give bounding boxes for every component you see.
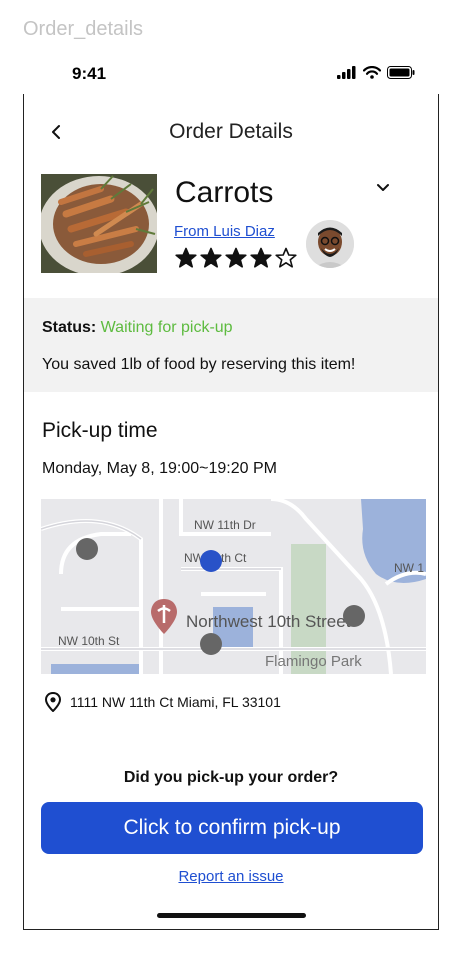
map-label-park: Flamingo Park: [265, 653, 362, 670]
wifi-icon: [363, 66, 381, 79]
status-bar: 9:41: [23, 58, 439, 92]
home-indicator: [157, 913, 306, 918]
map-canvas: NW 11th Dr NW th Ct NW 1 NW 10th St Nort…: [41, 499, 426, 674]
pickup-heading: Pick-up time: [42, 419, 158, 442]
page-title: Order Details: [169, 120, 293, 143]
star-filled-icon: [175, 247, 197, 268]
map-label-nw10st: NW 10th St: [58, 634, 120, 648]
seller-avatar[interactable]: [306, 220, 354, 268]
map-marker[interactable]: [343, 605, 365, 627]
frame-label: Order_details: [23, 18, 144, 40]
pickup-address: 1111 NW 11th Ct Miami, FL 33101: [70, 694, 281, 710]
map-marker[interactable]: [76, 538, 98, 560]
rating-stars: [175, 247, 297, 269]
status-line: Status: Waiting for pick-up: [42, 319, 233, 337]
carrots-photo: [41, 174, 157, 273]
seller-link[interactable]: From Luis Diaz: [174, 223, 275, 240]
map-label-nw11dr: NW 11th Dr: [194, 518, 256, 532]
status-panel: Status: Waiting for pick-up You saved 1l…: [24, 298, 438, 392]
expand-button[interactable]: [371, 176, 395, 200]
pickup-date: Monday, May 8, 19:00~19:20 PM: [42, 460, 277, 477]
report-issue-link[interactable]: Report an issue: [24, 868, 438, 885]
star-filled-icon: [200, 247, 222, 268]
saved-food-message: You saved 1lb of food by reserving this …: [42, 356, 356, 373]
star-empty-icon: [275, 247, 297, 268]
signal-icon: [337, 66, 356, 79]
address-row: 1111 NW 11th Ct Miami, FL 33101: [44, 692, 281, 712]
avatar-image: [306, 220, 354, 268]
confirm-pickup-button[interactable]: Click to confirm pick-up: [41, 802, 423, 854]
map-label-nw11ct-b: th Ct: [221, 551, 247, 565]
pickup-map[interactable]: NW 11th Dr NW th Ct NW 1 NW 10th St Nort…: [41, 499, 426, 674]
map-label-street: Northwest 10th Street: [186, 612, 351, 631]
status-time: 9:41: [72, 64, 107, 83]
map-marker[interactable]: [200, 633, 222, 655]
chevron-down-icon: [377, 184, 389, 191]
phone-screen: Order Details Carrots From Luis Diaz Sta…: [23, 94, 439, 930]
status-icons: [337, 66, 415, 79]
product-name: Carrots: [175, 176, 274, 209]
battery-icon: [387, 66, 415, 79]
status-value: Waiting for pick-up: [100, 319, 233, 336]
product-image: [41, 174, 157, 273]
star-filled-icon: [225, 247, 247, 268]
map-marker-selected[interactable]: [200, 550, 222, 572]
location-pin-icon: [44, 692, 62, 712]
pickup-question: Did you pick-up your order?: [123, 769, 339, 786]
status-label: Status:: [42, 319, 101, 336]
header: Order Details: [24, 112, 438, 152]
map-label-nw1: NW 1: [394, 561, 424, 575]
star-filled-icon: [250, 247, 272, 268]
